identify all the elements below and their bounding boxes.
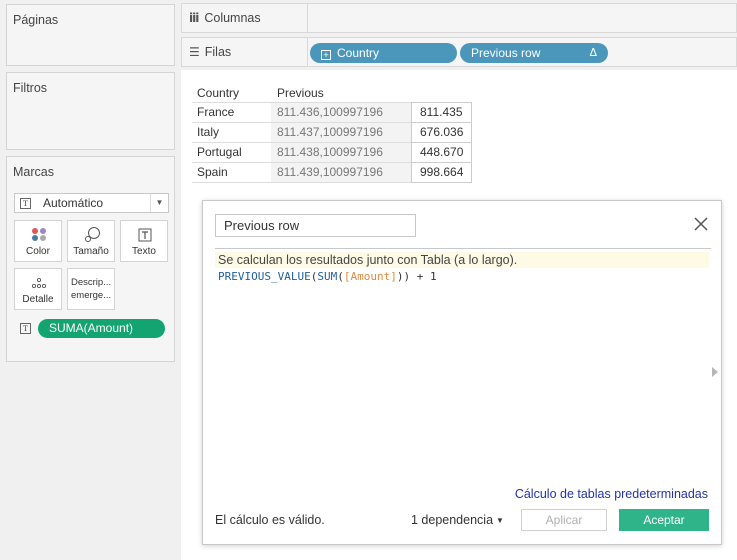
default-table-calc-link[interactable]: Cálculo de tablas predeterminadas [515,487,708,501]
tooltip-label-line1: Descrip... [71,277,112,288]
apply-button[interactable]: Aplicar [521,509,607,531]
rows-icon: ☰ [189,45,200,59]
close-icon[interactable] [693,216,709,232]
columns-shelf[interactable]: iii Columnas [181,3,737,33]
marks-title: Marcas [13,165,54,179]
marks-field-row: T SUMA(Amount) [20,319,165,338]
amount-cell[interactable]: 448.670 [411,142,472,162]
size-icon [68,227,114,243]
delta-icon: Δ [589,46,597,59]
country-cell[interactable]: France [192,102,271,122]
dependency-label: 1 dependencia [411,513,494,527]
formula-text[interactable]: PREVIOUS_VALUE(SUM([Amount])) + 1 [218,270,437,283]
left-panel: Páginas Filtros Marcas T Automático ▼ Co… [0,0,180,560]
marks-card: Marcas T Automático ▼ Color Tamaño Texto… [6,156,175,362]
color-button[interactable]: Color [14,220,62,262]
amount-cell[interactable]: 676.036 [411,122,472,142]
tooltip-label-line2: emerge... [71,290,112,301]
rows-shelf[interactable]: ☰ Filas + Country Previous row Δ [181,37,737,67]
previous-row-cell[interactable]: 811.437,100997196 [271,122,411,142]
previous-row-pill-label: Previous row [471,46,541,60]
color-palette-icon [15,227,61,243]
country-cell[interactable]: Spain [192,162,271,183]
size-button[interactable]: Tamaño [67,220,115,262]
color-label: Color [26,246,50,257]
country-pill[interactable]: + Country [310,43,457,63]
sum-amount-pill[interactable]: SUMA(Amount) [38,319,165,338]
calculation-scope-note: Se calculan los resultados junto con Tab… [215,252,709,268]
chevron-down-icon[interactable]: ▼ [150,194,168,212]
formula-function: PREVIOUS_VALUE [218,270,311,283]
country-cell[interactable]: Italy [192,122,271,142]
columns-label: Columnas [204,11,261,25]
plus-box-icon[interactable]: + [321,50,331,60]
tooltip-label: Descrip... emerge... [71,276,112,302]
previous-row-cell[interactable]: 811.436,100997196 [271,102,411,122]
mark-type-dropdown[interactable]: T Automático ▼ [14,193,169,213]
country-cell[interactable]: Portugal [192,142,271,162]
validation-status: El cálculo es válido. [215,513,325,527]
formula-field: [Amount] [343,270,397,283]
ok-button[interactable]: Aceptar [619,509,709,531]
calculation-name-input[interactable]: Previous row [215,214,416,237]
rows-label: Filas [204,45,232,59]
detail-button[interactable]: Detalle [14,268,62,310]
text-mark-icon: T [20,323,31,334]
columns-shelf-label: iii Columnas [189,4,261,32]
calculation-dialog: Previous row Se calculan los resultados … [202,200,722,545]
columns-icon: iii [189,11,199,25]
text-mark-icon: T [20,197,31,209]
country-pill-label: Country [337,46,380,60]
formula-paren: ( [337,270,344,283]
text-box-icon [121,227,167,243]
panel-expand-arrow-icon[interactable] [712,367,718,377]
caret-down-icon: ▼ [496,516,504,525]
shelf-divider [307,4,308,32]
dependency-dropdown[interactable]: 1 dependencia ▼ [411,513,504,527]
shelf-divider [307,38,308,66]
detail-label: Detalle [22,294,54,305]
text-label: Texto [132,246,156,257]
previous-row-pill[interactable]: Previous row Δ [460,43,608,63]
filters-title: Filtros [13,81,48,95]
previous-row-cell[interactable]: 811.438,100997196 [271,142,411,162]
mark-type-value: Automático [43,196,104,210]
size-label: Tamaño [73,246,109,257]
filters-card[interactable]: Filtros [6,72,175,150]
pages-card[interactable]: Páginas [6,4,175,66]
formula-rest: )) + 1 [396,270,437,283]
tooltip-button[interactable]: Descrip... emerge... [67,268,115,310]
pages-title: Páginas [13,13,59,27]
detail-dots-icon [15,275,61,291]
amount-cell[interactable]: 998.664 [411,162,472,183]
country-header[interactable]: Country [197,86,239,100]
rows-shelf-label: ☰ Filas [189,38,231,66]
text-button[interactable]: Texto [120,220,168,262]
formula-function: SUM [317,270,338,283]
formula-editor[interactable]: Se calculan los resultados junto con Tab… [215,248,711,500]
previous-row-cell[interactable]: 811.439,100997196 [271,162,411,183]
amount-cell[interactable]: 811.435 [411,102,472,122]
